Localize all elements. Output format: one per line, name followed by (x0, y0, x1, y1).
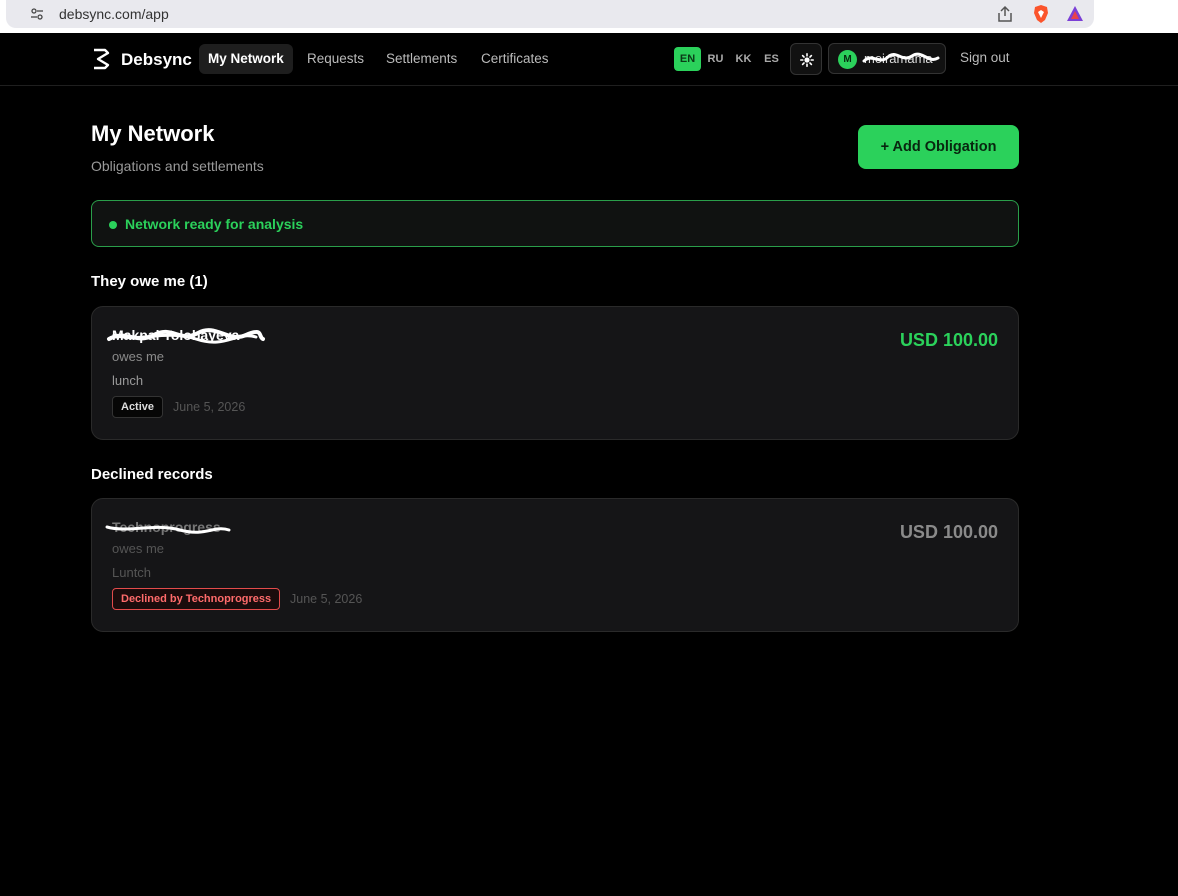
avatar: M (838, 50, 857, 69)
obligation-date: June 5, 2026 (290, 592, 363, 606)
sun-icon (800, 53, 814, 67)
declined-section-title: Declined records (91, 466, 213, 483)
obligation-card[interactable]: Makpal Tolobayeva owes me lunch Active J… (91, 306, 1019, 440)
counterparty-name: Makpal Tolobayeva (112, 327, 240, 343)
share-icon[interactable] (996, 5, 1014, 23)
tab-certificates[interactable]: Certificates (472, 44, 558, 74)
owed-section-title: They owe me (1) (91, 273, 208, 290)
status-text: Network ready for analysis (125, 216, 304, 232)
status-dot-icon (109, 221, 117, 229)
tab-settlements[interactable]: Settlements (377, 44, 466, 74)
brand-name[interactable]: Debsync (121, 50, 192, 70)
network-status-banner: Network ready for analysis (91, 200, 1019, 247)
obligation-note: Luntch (112, 565, 152, 580)
debsync-logo-icon[interactable] (91, 48, 111, 70)
obligation-note: lunch (112, 373, 144, 388)
site-settings-icon[interactable] (30, 7, 44, 21)
page-title: My Network (91, 121, 215, 146)
relation-label: owes me (112, 541, 165, 556)
lang-es-button[interactable]: ES (758, 47, 785, 71)
app-header: Debsync My Network Requests Settlements … (0, 33, 1178, 86)
url-text[interactable]: debsync.com/app (59, 6, 169, 22)
tab-requests[interactable]: Requests (298, 44, 373, 74)
status-badge: Active (112, 396, 164, 418)
address-bar[interactable]: debsync.com/app (6, 0, 1094, 28)
theme-toggle-button[interactable] (790, 43, 822, 75)
username-label: moiramama (864, 51, 933, 66)
obligation-amount: USD 100.00 (899, 522, 998, 542)
lang-kk-button[interactable]: KK (730, 47, 757, 71)
page-subtitle: Obligations and settlements (91, 158, 264, 174)
add-obligation-button[interactable]: + Add Obligation (858, 125, 1019, 169)
declined-badge: Declined by Technoprogress (112, 588, 281, 610)
obligation-amount: USD 100.00 (899, 330, 998, 350)
sign-out-link[interactable]: Sign out (960, 50, 1010, 65)
relation-label: owes me (112, 349, 165, 364)
browser-toolbar: debsync.com/app (0, 0, 1178, 33)
counterparty-name: Technoprogress (112, 519, 221, 535)
lang-ru-button[interactable]: RU (702, 47, 729, 71)
tab-my-network[interactable]: My Network (199, 44, 293, 74)
declined-record-card[interactable]: Technoprogress owes me Luntch Declined b… (91, 498, 1019, 632)
user-menu-button[interactable]: M moiramama (828, 43, 946, 74)
brave-rewards-icon[interactable] (1066, 5, 1084, 22)
brave-shields-icon[interactable] (1032, 4, 1050, 24)
lang-en-button[interactable]: EN (674, 47, 701, 71)
obligation-date: June 5, 2026 (173, 400, 246, 414)
